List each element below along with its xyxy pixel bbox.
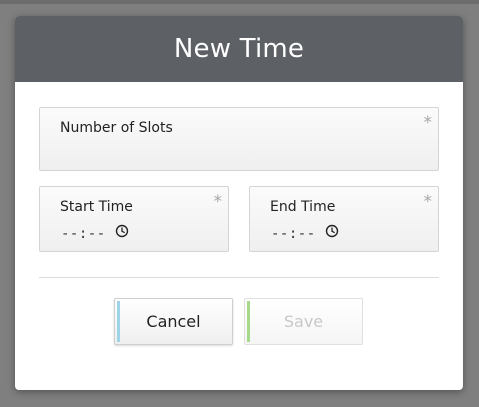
cancel-button-label: Cancel [146,312,201,331]
dialog-title: New Time [173,34,305,64]
required-mark: * [423,192,433,212]
number-of-slots-label: Number of Slots [60,120,173,136]
required-mark: * [423,113,433,133]
cancel-button[interactable]: Cancel [114,298,233,345]
end-time-label: End Time [270,199,336,215]
required-mark: * [213,192,223,212]
backdrop [0,0,479,4]
end-time-field[interactable]: End Time * --:-- [249,186,439,252]
number-of-slots-field[interactable]: Number of Slots * [39,107,439,171]
end-time-value[interactable]: --:-- [271,226,316,242]
clock-icon[interactable] [115,224,129,238]
cancel-accent-bar [117,301,120,342]
save-button-label: Save [283,312,324,331]
new-time-dialog: New Time Number of Slots * Start Time * … [15,16,463,390]
dialog-header: New Time [15,16,463,82]
clock-icon[interactable] [325,224,339,238]
start-time-field[interactable]: Start Time * --:-- [39,186,229,252]
start-time-label: Start Time [60,199,133,215]
save-accent-bar [247,301,250,342]
save-button[interactable]: Save [244,298,363,345]
start-time-value[interactable]: --:-- [61,226,106,242]
divider [39,277,439,278]
